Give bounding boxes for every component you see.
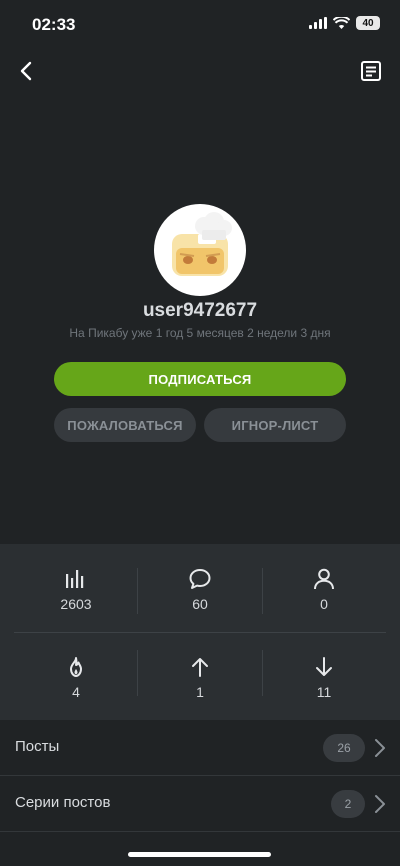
list-item-label: Посты — [15, 738, 60, 755]
stat-minuses-value: 11 — [316, 684, 332, 700]
arrow-down-icon — [316, 657, 332, 676]
chevron-right-icon — [375, 795, 385, 813]
arrow-up-icon — [192, 658, 208, 677]
stats-panel: 2603 60 0 4 1 11 — [0, 544, 400, 720]
stat-hot-value: 4 — [72, 684, 80, 700]
avatar — [154, 204, 246, 296]
battery-icon: 40 — [356, 16, 380, 30]
list-item-posts[interactable]: Посты 26 — [0, 720, 400, 775]
stat-subscribers: 0 — [262, 568, 386, 612]
stat-subscribers-value: 0 — [320, 596, 328, 612]
stat-pluses-value: 1 — [196, 684, 204, 700]
chef-toaster-icon — [172, 212, 232, 276]
bar-chart-icon — [66, 570, 84, 588]
fire-icon — [70, 657, 82, 677]
home-indicator[interactable] — [128, 852, 271, 857]
stat-hot: 4 — [14, 656, 138, 700]
divider — [137, 568, 138, 614]
divider — [14, 632, 386, 633]
count-badge: 2 — [331, 790, 365, 818]
stat-rating-value: 2603 — [60, 596, 92, 612]
username: user9472677 — [142, 300, 258, 321]
status-time: 02:33 — [32, 15, 76, 34]
count-badge: 26 — [323, 734, 365, 762]
user-icon — [314, 568, 334, 590]
status-bar: 02:33 40 — [0, 0, 400, 50]
status-icons: 40 — [309, 16, 380, 30]
divider — [262, 568, 263, 614]
list-item-label: Серии постов — [15, 794, 111, 811]
stat-minuses: 11 — [262, 656, 386, 700]
chevron-right-icon — [375, 739, 385, 757]
member-since-text: На Пикабу уже 1 год 5 месяцев 2 недели 3… — [69, 326, 331, 340]
stat-pluses: 1 — [138, 656, 262, 700]
wifi-icon — [333, 17, 350, 29]
report-button[interactable]: ПОЖАЛОВАТЬСЯ — [54, 408, 196, 442]
stat-comments-value: 60 — [192, 596, 208, 612]
comment-bubble-icon — [189, 569, 211, 589]
divider — [0, 831, 400, 832]
cellular-signal-icon — [309, 17, 327, 29]
subscribe-button[interactable]: ПОДПИСАТЬСЯ — [54, 362, 346, 396]
back-arrow-icon[interactable] — [14, 58, 40, 84]
stat-comments: 60 — [138, 568, 262, 612]
list-item-post-series[interactable]: Серии постов 2 — [0, 776, 400, 831]
stat-rating: 2603 — [14, 568, 138, 612]
ignore-list-button[interactable]: ИГНОР-ЛИСТ — [204, 408, 346, 442]
document-icon[interactable] — [360, 60, 382, 82]
